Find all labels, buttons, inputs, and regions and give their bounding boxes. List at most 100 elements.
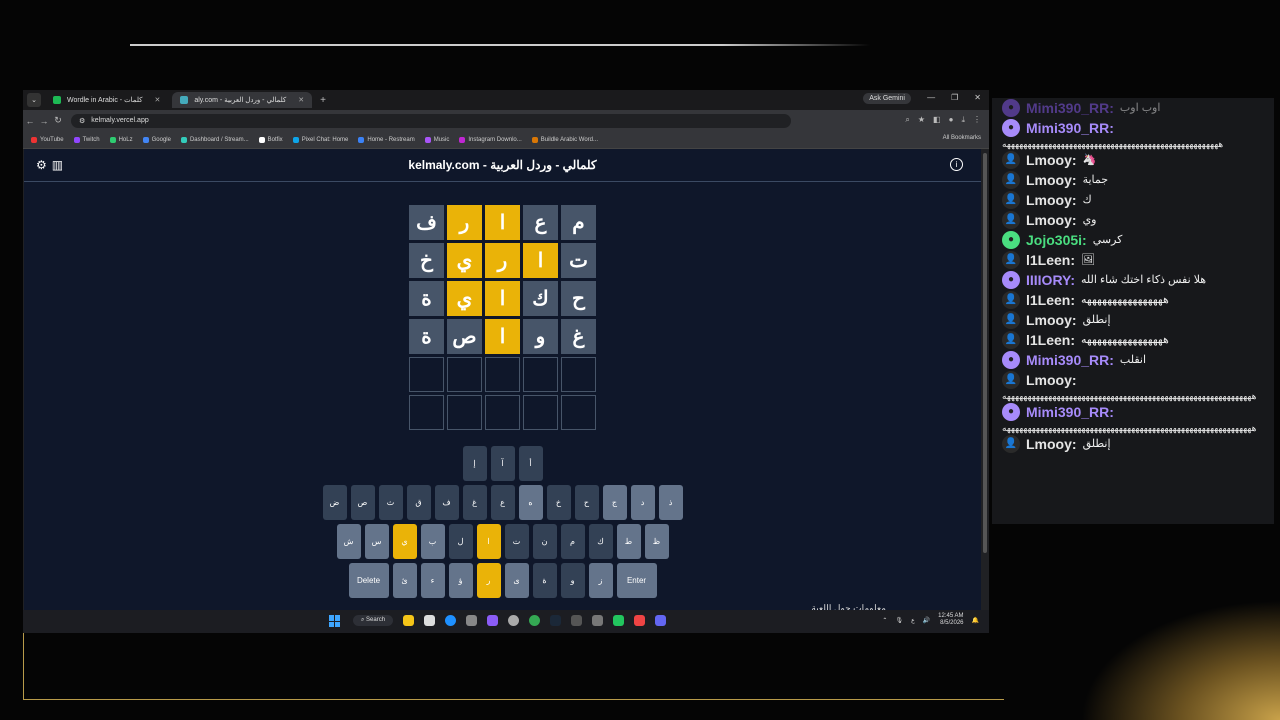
bookmark-item[interactable]: Google [142,136,171,143]
app-icon[interactable] [466,615,477,626]
letter-key[interactable]: ب [420,524,445,559]
chat-username[interactable]: IIIIORY: [1026,271,1075,289]
volume-icon[interactable]: 🔊 [923,617,930,624]
new-tab-icon[interactable]: + [320,95,326,106]
menu-icon[interactable]: ⋮ [973,115,981,125]
chat-username[interactable]: Lmooy: [1026,151,1077,169]
letter-key[interactable]: إ [462,446,487,481]
stats-chart-icon[interactable]: ▥ [52,158,63,172]
chat-username[interactable]: Lmooy: [1026,211,1077,229]
letter-key[interactable]: ء [420,563,445,598]
letter-key[interactable]: ع [490,485,515,520]
star-icon[interactable]: ★ [918,115,925,125]
app-icon[interactable] [634,615,645,626]
chat-username[interactable]: Mimi390_RR: [1026,119,1114,137]
letter-key[interactable]: غ [462,485,487,520]
chevron-up-icon[interactable]: ⌃ [882,617,887,624]
forward-icon[interactable]: → [37,116,51,126]
notification-icon[interactable]: 🔔 [972,617,979,624]
bookmark-item[interactable]: Twitch [73,136,100,143]
url-field[interactable]: ⚙ kelmaly.vercel.app [71,113,791,128]
minimize-icon[interactable]: — [927,93,935,102]
clock[interactable]: 12:45 AM 8/5/2026 [938,613,963,627]
letter-key[interactable]: ت [504,524,529,559]
letter-key[interactable]: ن [532,524,557,559]
chat-username[interactable]: Mimi390_RR: [1026,403,1114,421]
close-icon[interactable]: ✕ [154,96,160,104]
letter-key[interactable]: ه [518,485,543,520]
letter-key[interactable]: ر [476,563,501,598]
language-indicator[interactable]: ع [911,617,915,624]
letter-key[interactable]: ئ [392,563,417,598]
letter-key[interactable]: ظ [644,524,669,559]
page-scrollbar[interactable] [981,149,989,610]
bookmark-item[interactable]: Home - Restream [358,136,415,143]
letter-key[interactable]: م [560,524,585,559]
bookmark-item[interactable]: Pixel Chat: Home [292,136,348,143]
tab-search-icon[interactable]: ⌄ [27,93,41,107]
letter-key[interactable]: ح [574,485,599,520]
chat-username[interactable]: Lmooy: [1026,371,1077,389]
letter-key[interactable]: ج [602,485,627,520]
chat-username[interactable]: Jojo305i: [1026,231,1087,249]
letter-key[interactable]: ز [588,563,613,598]
bookmark-item[interactable]: Buildle Arabic Word... [531,136,598,143]
edge-icon[interactable] [445,615,456,626]
chat-username[interactable]: Mimi390_RR: [1026,351,1114,369]
extension-icon[interactable]: ◧ [933,115,941,125]
settings-gear-icon[interactable]: ⚙ [36,158,47,172]
letter-key[interactable]: ل [448,524,473,559]
letter-key[interactable]: ث [378,485,403,520]
steam-icon[interactable] [550,615,561,626]
maximize-icon[interactable]: ❐ [951,93,958,102]
letter-key[interactable]: س [364,524,389,559]
letter-key[interactable]: ط [616,524,641,559]
letter-key[interactable]: ى [504,563,529,598]
letter-key[interactable]: ي [392,524,417,559]
file-explorer-icon[interactable] [403,615,414,626]
app-icon[interactable] [613,615,624,626]
site-info-icon[interactable]: ⚙ [79,117,85,125]
letter-key[interactable]: و [560,563,585,598]
letter-key[interactable]: ض [322,485,347,520]
letter-key[interactable]: ذ [658,485,683,520]
download-icon[interactable]: ⤓ [961,115,965,125]
delete-key[interactable]: Delete [348,563,389,598]
chat-username[interactable]: l1Leen: [1026,291,1075,309]
app-icon[interactable] [592,615,603,626]
discord-icon[interactable] [487,615,498,626]
obs-icon[interactable] [508,615,519,626]
chat-username[interactable]: l1Leen: [1026,331,1075,349]
chat-username[interactable]: Lmooy: [1026,191,1077,209]
info-icon[interactable]: i [950,158,963,171]
letter-key[interactable]: خ [546,485,571,520]
close-window-icon[interactable]: ✕ [974,93,981,102]
tab-wordle-arabic[interactable]: Wordle in Arabic - كلمات ✕ [45,92,168,108]
reload-icon[interactable]: ↻ [51,115,65,126]
chat-username[interactable]: Lmooy: [1026,435,1077,453]
scrollbar-thumb[interactable] [983,153,987,553]
mic-icon[interactable]: 🎙 [895,617,903,624]
chrome-icon[interactable] [529,615,540,626]
letter-key[interactable]: ش [336,524,361,559]
tab-kelmaly[interactable]: aly.com - كلمالي - وردل العربية ✕ [172,92,313,108]
letter-key[interactable]: ق [406,485,431,520]
chat-username[interactable]: Lmooy: [1026,171,1077,189]
bookmark-item[interactable]: Music [424,136,449,143]
close-icon[interactable]: ✕ [298,96,304,104]
letter-key[interactable]: ا [476,524,501,559]
letter-key[interactable]: ف [434,485,459,520]
bookmark-item[interactable]: Botfix [258,136,283,143]
ask-gemini-button[interactable]: Ask Gemini [863,93,911,104]
taskbar-search[interactable]: ⌕ Search [353,615,394,626]
letter-key[interactable]: د [630,485,655,520]
profile-icon[interactable]: ● [949,115,954,125]
letter-key[interactable]: ص [350,485,375,520]
app-icon[interactable] [655,615,666,626]
bookmark-item[interactable]: YouTube [31,136,64,143]
chat-username[interactable]: Mimi390_RR: [1026,99,1114,117]
back-icon[interactable]: ← [23,116,37,126]
letter-key[interactable]: ة [532,563,557,598]
bookmark-item[interactable]: Instagram Downlo... [459,136,522,143]
all-bookmarks-button[interactable]: All Bookmarks [943,135,981,141]
